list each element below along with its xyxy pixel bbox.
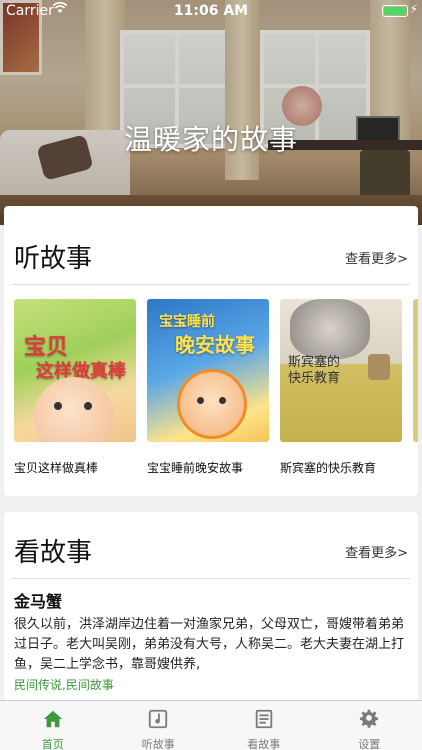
tab-label: 首页 bbox=[41, 738, 64, 750]
hero-banner: 温暖家的故事 bbox=[0, 0, 422, 225]
book-title: 斯宾塞的快乐教育 bbox=[280, 461, 377, 475]
tab-settings[interactable]: 设置 bbox=[317, 701, 422, 750]
tab-home[interactable]: 首页 bbox=[0, 701, 106, 750]
story-excerpt[interactable]: 很久以前，洪泽湖岸边住着一对渔家兄弟，父母双亡，哥嫂带着弟弟过日子。老大叫吴刚，… bbox=[14, 615, 408, 675]
book-cover[interactable]: 宝贝 这样做真棒 bbox=[14, 299, 136, 442]
read-story-card: 看故事 查看更多> 金马蟹 很久以前，洪泽湖岸边住着一对渔家兄弟，父母双亡，哥嫂… bbox=[4, 512, 418, 700]
charging-icon: ⚡ bbox=[409, 2, 418, 16]
listen-story-card: 听故事 查看更多> 宝贝 这样做真棒 宝贝这样做真棒 宝宝睡前 晚安故事 宝宝睡… bbox=[4, 206, 418, 496]
battery-icon bbox=[382, 5, 408, 17]
book-cover[interactable]: 斯宾塞的 快乐教育 bbox=[280, 299, 402, 442]
view-more-link[interactable]: 查看更多> bbox=[345, 542, 408, 561]
book-item[interactable]: 宝贝 这样做真棒 宝贝这样做真棒 bbox=[14, 299, 136, 475]
tab-label: 设置 bbox=[358, 738, 381, 750]
tab-listen[interactable]: 听故事 bbox=[106, 701, 212, 750]
book-carousel[interactable]: 宝贝 这样做真棒 宝贝这样做真棒 宝宝睡前 晚安故事 宝宝睡前晚安故事 斯宾塞的 bbox=[14, 299, 418, 484]
book-item[interactable]: 宝宝睡前 晚安故事 宝宝睡前晚安故事 bbox=[147, 299, 269, 475]
tab-label: 听故事 bbox=[141, 738, 175, 750]
book-icon bbox=[211, 708, 317, 732]
section-title: 看故事 bbox=[14, 538, 93, 568]
book-title: 宝贝这样做真棒 bbox=[14, 461, 99, 475]
book-cover[interactable] bbox=[413, 299, 418, 442]
status-bar: Carrier 11:06 AM ⚡ bbox=[0, 0, 422, 22]
book-item[interactable]: 斯宾塞的 快乐教育 斯宾塞的快乐教育 bbox=[280, 299, 402, 475]
music-note-icon bbox=[106, 708, 212, 732]
home-icon bbox=[0, 708, 106, 732]
book-cover[interactable]: 宝宝睡前 晚安故事 bbox=[147, 299, 269, 442]
story-title[interactable]: 金马蟹 bbox=[14, 588, 62, 612]
divider bbox=[12, 284, 410, 285]
tab-read[interactable]: 看故事 bbox=[211, 701, 317, 750]
tab-bar: 首页 听故事 看故事 设置 bbox=[0, 700, 422, 750]
book-item[interactable] bbox=[413, 299, 418, 442]
story-tags: 民间传说,民间故事 bbox=[14, 678, 114, 692]
tab-label: 看故事 bbox=[247, 738, 281, 750]
clock: 11:06 AM bbox=[173, 3, 249, 19]
hero-title: 温暖家的故事 bbox=[123, 123, 298, 156]
book-title: 宝宝睡前晚安故事 bbox=[147, 461, 244, 475]
gear-icon bbox=[317, 708, 422, 732]
divider bbox=[12, 578, 410, 579]
section-title: 听故事 bbox=[14, 244, 93, 274]
hero-overlay bbox=[0, 0, 422, 225]
view-more-link[interactable]: 查看更多> bbox=[345, 248, 408, 267]
